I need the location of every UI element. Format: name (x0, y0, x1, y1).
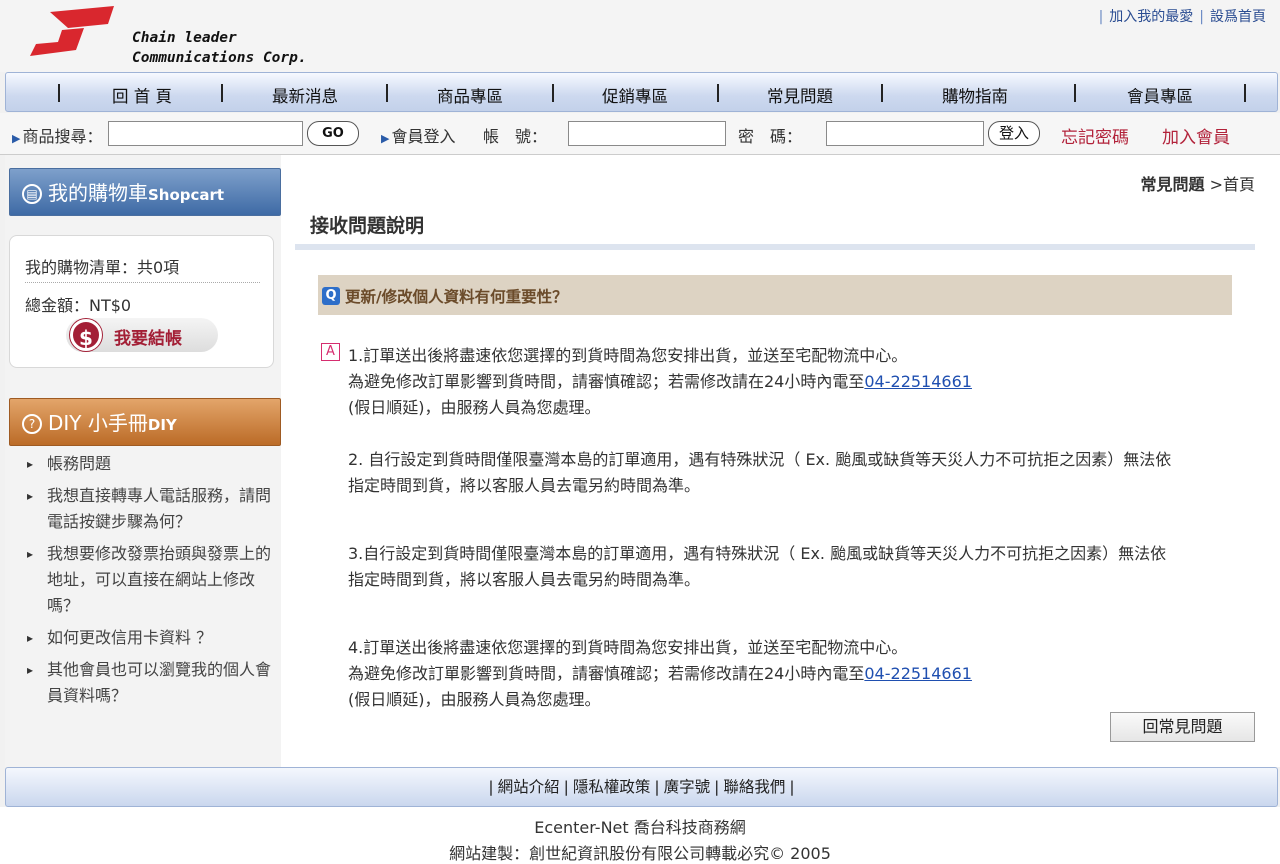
logo-wordmark: Chain leader Communications Corp. (132, 30, 307, 66)
footer-privacy-link[interactable]: 隱私權政策 (573, 778, 651, 796)
nav-faq[interactable]: 常見問題 (767, 83, 833, 107)
faq-link[interactable]: 如何更改信用卡資料 ？ (27, 625, 277, 651)
top-links: | 加入我的最愛 | 設爲首頁 (1098, 9, 1266, 25)
nav-shopping-guide[interactable]: 購物指南 (942, 83, 1008, 107)
dollar-coin-icon: $ (70, 319, 102, 351)
account-input[interactable] (568, 121, 726, 146)
divider (25, 282, 260, 283)
title-underline (295, 244, 1255, 250)
password-label: 密 碼： (738, 127, 803, 146)
breadcrumb-home[interactable]: 首頁 (1223, 175, 1255, 194)
footer-about-link[interactable]: 網站介紹 (498, 778, 560, 796)
faq-link[interactable]: 帳務問題 (27, 451, 277, 477)
join-member-link[interactable]: 加入會員 (1162, 123, 1230, 148)
faq-link[interactable]: 我想直接轉專人電話服務，請問電話按鍵步驟為何？ (27, 483, 277, 535)
faq-link[interactable]: 其他會員也可以瀏覽我的個人會員資料嗎？ (27, 657, 277, 709)
sidebar: ▤ 我的購物車Shopcart 我的購物清單：共0項 總金額：NT$0 $ 我要結… (5, 155, 281, 767)
search-login-bar: ▶ 商品搜尋： GO ▶ 會員登入 帳 號： 密 碼： 登入 忘記密碼 加入會員 (0, 113, 1280, 155)
answer-badge-icon: A (321, 343, 340, 361)
chain-leader-logo-icon (30, 6, 114, 56)
search-go-button[interactable]: GO (307, 121, 359, 146)
login-button[interactable]: 登入 (988, 121, 1040, 146)
faq-link[interactable]: 我想要修改發票抬頭與發票上的地址，可以直接在網站上修改嗎？ (27, 541, 277, 619)
add-favorite-link[interactable]: 加入我的最愛 (1109, 9, 1193, 25)
forgot-password-link[interactable]: 忘記密碼 (1061, 123, 1129, 148)
question-circle-icon: ? (22, 414, 42, 434)
company-logo[interactable]: Chain leader Communications Corp. (22, 2, 312, 68)
cart-total: 總金額：NT$0 (25, 296, 132, 315)
main-nav: 回 首 頁 最新消息 商品專區 促銷專區 常見問題 購物指南 會員專區 (5, 72, 1278, 112)
main-content: 常見問題 >首頁 接收問題說明 Q 更新/修改個人資料有何重要性？ A 1.訂單… (281, 155, 1280, 767)
question-badge-icon: Q (322, 287, 340, 305)
site-header: Chain leader Communications Corp. | 加入我的最… (0, 0, 1280, 72)
cart-summary-box: 我的購物清單：共0項 總金額：NT$0 $ 我要結帳 (9, 235, 274, 368)
cart-item-count: 我的購物清單：共0項 (25, 258, 180, 277)
phone-link[interactable]: 04-22514661 (864, 372, 972, 391)
diy-handbook-header: ? DIY 小手冊DIY (9, 398, 281, 446)
triangle-bullet-icon: ▶ (381, 132, 390, 145)
password-input[interactable] (826, 121, 984, 146)
checkout-label: 我要結帳 (114, 329, 182, 349)
nav-member[interactable]: 會員專區 (1127, 83, 1193, 107)
nav-promotions[interactable]: 促銷專區 (602, 83, 668, 107)
footer-license-link[interactable]: 廣字號 (664, 778, 711, 796)
footer-copyright: 網站建製：創世紀資訊股份有限公司轉載必究© 2005 (449, 844, 831, 863)
product-search-input[interactable] (108, 121, 303, 146)
back-to-faq-button[interactable]: 回常見問題 (1110, 712, 1255, 742)
shopcart-header: ▤ 我的購物車Shopcart (9, 168, 281, 216)
breadcrumb: 常見問題 >首頁 (1140, 175, 1255, 194)
diy-faq-list: 帳務問題 我想直接轉專人電話服務，請問電話按鍵步驟為何？ 我想要修改發票抬頭與發… (27, 451, 277, 715)
member-login-label: ▶ 會員登入 (381, 127, 456, 146)
footer-company: Ecenter-Net 喬台科技商務網 (534, 818, 746, 837)
checkout-button[interactable]: $ 我要結帳 (66, 318, 218, 352)
phone-link[interactable]: 04-22514661 (864, 664, 972, 683)
product-search-label: ▶ 商品搜尋： (12, 127, 103, 146)
question-text: 更新/修改個人資料有何重要性？ (345, 288, 568, 306)
cart-icon: ▤ (22, 184, 42, 204)
footer-contact-link[interactable]: 聯絡我們 (723, 778, 785, 796)
answer-text: 1.訂單送出後將盡速依您選擇的到貨時間為您安排出貨，並送至宅配物流中心。 為避免… (348, 346, 1172, 709)
nav-products[interactable]: 商品專區 (437, 83, 503, 107)
breadcrumb-faq[interactable]: 常見問題 (1140, 175, 1204, 194)
account-label: 帳 號： (483, 127, 548, 146)
triangle-bullet-icon: ▶ (12, 132, 21, 145)
footer-links: | 網站介紹 | 隱私權政策 | 廣字號 | 聯絡我們 | (5, 767, 1278, 807)
set-homepage-link[interactable]: 設爲首頁 (1210, 9, 1266, 25)
nav-news[interactable]: 最新消息 (272, 83, 338, 107)
page-title: 接收問題說明 (310, 215, 425, 237)
question-box: Q 更新/修改個人資料有何重要性？ (318, 275, 1232, 315)
nav-home[interactable]: 回 首 頁 (112, 83, 172, 107)
